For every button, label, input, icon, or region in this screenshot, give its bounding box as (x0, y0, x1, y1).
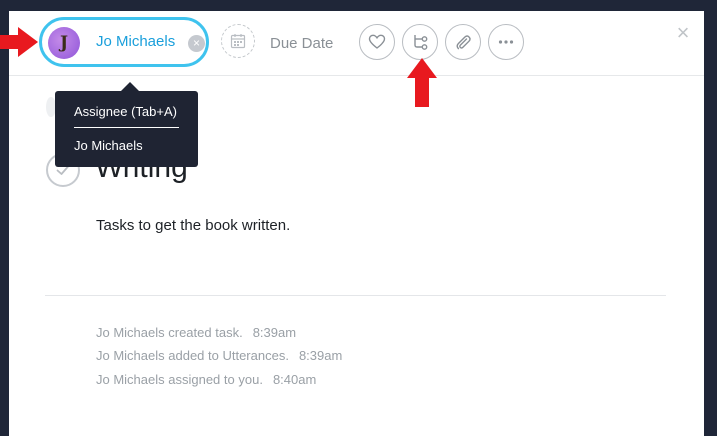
activity-item: Jo Michaels added to Utterances. 8:39am (96, 348, 342, 363)
avatar: J (48, 27, 80, 59)
activity-text: Jo Michaels assigned to you. (96, 372, 263, 387)
activity-item: Jo Michaels assigned to you. 8:40am (96, 372, 316, 387)
divider (45, 295, 666, 296)
task-detail-panel: J Jo Michaels × Due Date × Writing Tasks… (9, 11, 704, 436)
heart-button[interactable] (359, 24, 395, 60)
activity-time: 8:39am (252, 325, 297, 340)
tooltip-divider (74, 127, 179, 128)
tooltip-title: Assignee (Tab+A) (74, 104, 177, 119)
more-icon (498, 40, 514, 44)
assignee-field[interactable]: J Jo Michaels × (39, 17, 209, 67)
annotation-arrow-up-icon (407, 58, 437, 107)
annotation-arrow-right-icon (0, 27, 38, 57)
due-date-label[interactable]: Due Date (270, 35, 333, 52)
clear-assignee-button[interactable]: × (188, 35, 205, 52)
activity-item: Jo Michaels created task. 8:39am (96, 325, 296, 340)
more-button[interactable] (488, 24, 524, 60)
assignee-tooltip: Assignee (Tab+A) Jo Michaels (55, 82, 198, 167)
activity-time: 8:39am (298, 348, 343, 363)
tooltip-name: Jo Michaels (74, 138, 143, 153)
activity-text: Jo Michaels created task. (96, 325, 243, 340)
activity-time: 8:40am (272, 372, 317, 387)
heart-icon (368, 34, 386, 49)
assignee-name[interactable]: Jo Michaels (96, 33, 175, 50)
close-icon[interactable]: × (673, 22, 693, 44)
avatar-initials: J (59, 33, 69, 53)
paperclip-icon (456, 35, 471, 50)
activity-text: Jo Michaels added to Utterances. (96, 348, 289, 363)
subtask-icon (414, 35, 428, 50)
task-toolbar: J Jo Michaels × Due Date × (9, 11, 704, 76)
task-description[interactable]: Tasks to get the book written. (96, 217, 290, 234)
attachment-button[interactable] (445, 24, 481, 60)
calendar-icon[interactable] (221, 24, 255, 58)
subtask-button[interactable] (402, 24, 438, 60)
